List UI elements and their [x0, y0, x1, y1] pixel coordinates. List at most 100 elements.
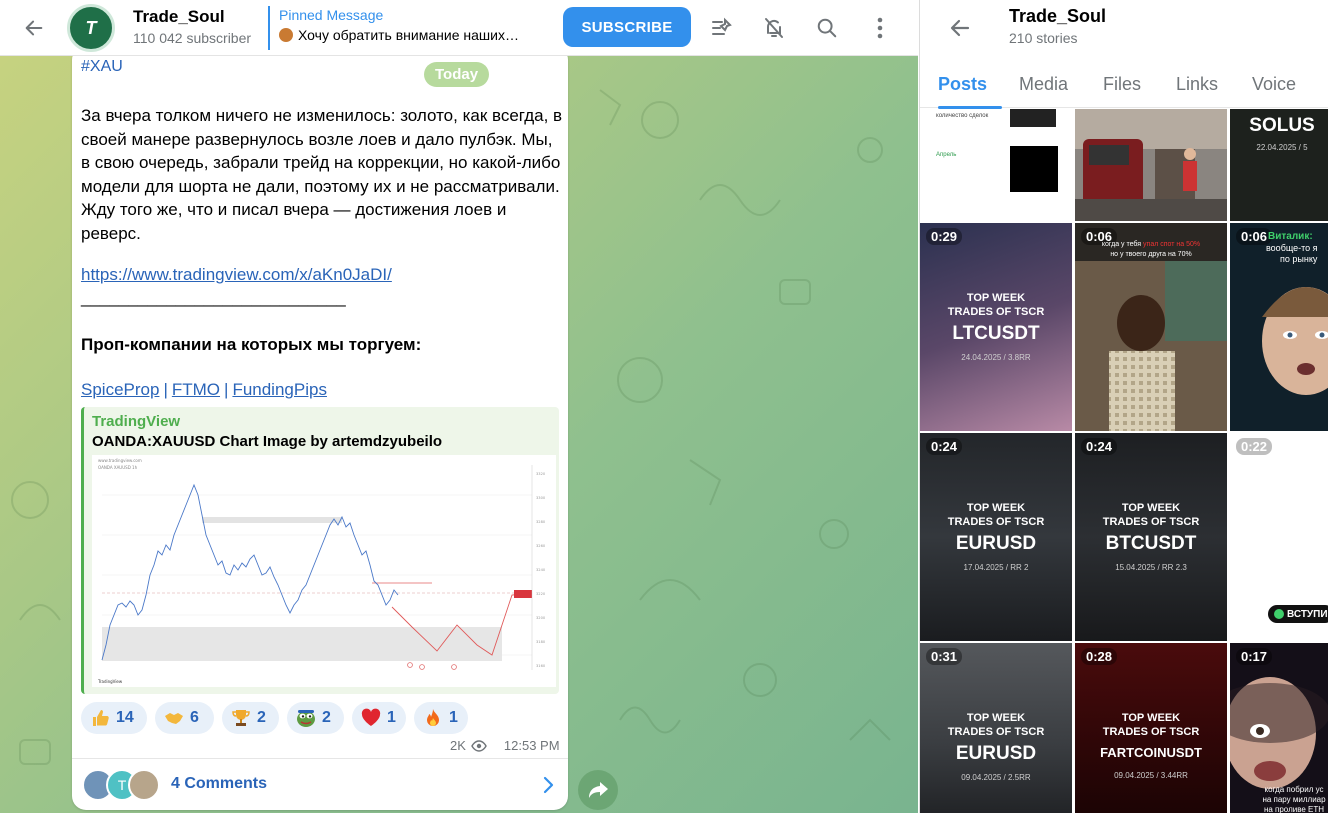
- ftmo-link[interactable]: FTMO: [172, 380, 220, 399]
- message-meta: 2K 12:53 PM: [450, 738, 560, 753]
- reaction-handshake[interactable]: 6: [155, 702, 214, 734]
- pepe-frog-icon: [297, 710, 315, 727]
- doc-block: [1010, 146, 1058, 192]
- fire-icon: [427, 709, 439, 726]
- reaction-heart[interactable]: 1: [352, 702, 406, 734]
- reaction-pepe[interactable]: 2: [287, 702, 344, 734]
- mute-bell-icon[interactable]: [756, 10, 792, 46]
- meme-caption-text: когда побрил ус: [1264, 785, 1324, 794]
- link-divider: |: [163, 380, 168, 399]
- chart-preview-image[interactable]: www.tradingview.com OANDA XAUUSD 1h 3320…: [92, 455, 556, 687]
- pinned-message-text: Хочу обратить внимание наших…: [279, 27, 548, 43]
- comments-count[interactable]: 4 Comments: [171, 775, 267, 793]
- street-photo: [1075, 109, 1227, 221]
- heart-icon: [361, 708, 381, 726]
- link-icon: [1274, 609, 1284, 619]
- story-tile[interactable]: 0:24 TOP WEEK TRADES OF TSCR BTCUSDT 15.…: [1075, 433, 1227, 641]
- story-tile[interactable]: 0:31 TOP WEEK TRADES OF TSCR EURUSD 09.0…: [920, 643, 1072, 813]
- svg-text:3280: 3280: [536, 520, 546, 524]
- meme-caption-name: Виталик:: [1268, 231, 1313, 242]
- subscribe-button[interactable]: SUBSCRIBE: [563, 7, 691, 47]
- story-tile[interactable]: [1075, 109, 1227, 221]
- video-duration: 0:22: [1236, 438, 1273, 455]
- story-date: 09.04.2025 / 3.44RR: [1114, 771, 1188, 780]
- eye-icon: [471, 739, 487, 752]
- svg-text:3220: 3220: [536, 592, 546, 596]
- story-tile[interactable]: 0:17 когда побрил ус на пару миллиар на …: [1230, 643, 1328, 813]
- svg-text:3320: 3320: [536, 472, 546, 476]
- story-ticker: LTCUSDT: [952, 323, 1040, 344]
- meme-caption-text: на проливе ETH: [1263, 805, 1325, 813]
- story-date: 09.04.2025 / 2.5RR: [961, 773, 1031, 782]
- story-ticker: EURUSD: [955, 743, 1037, 764]
- more-options-icon[interactable]: [862, 10, 898, 46]
- prop-companies-heading: Проп-компании на которых мы торгуем:: [81, 335, 422, 354]
- story-tile[interactable]: количество сделок Апрель: [920, 109, 1072, 221]
- story-tile[interactable]: 0:06 Виталик: вообще-то я по рынку: [1230, 223, 1328, 431]
- back-arrow-icon[interactable]: [16, 10, 52, 46]
- chat-area: T Trade_Soul 110 042 subscriber Pinned M…: [0, 0, 918, 813]
- story-date: 17.04.2025 / RR 2: [963, 563, 1029, 572]
- story-tile[interactable]: 0:06 когда у тебя упал спот на 50% но у …: [1075, 223, 1227, 431]
- reaction-fire[interactable]: 1: [414, 702, 468, 734]
- story-ticker: BTCUSDT: [1105, 533, 1197, 554]
- story-date: 24.04.2025 / 3.8RR: [961, 353, 1031, 362]
- doc-caption: Апрель: [936, 152, 957, 158]
- svg-text:TradingView: TradingView: [97, 679, 123, 684]
- story-tile[interactable]: 0:22 ВСТУПИ: [1230, 433, 1328, 641]
- pinned-message-preview: Хочу обратить внимание наших…: [298, 27, 519, 43]
- date-pill: Today: [424, 62, 490, 87]
- meme-caption-text: вообще-то я: [1266, 243, 1318, 253]
- reaction-count: 1: [387, 709, 396, 726]
- handshake-icon: [165, 713, 183, 724]
- snail-emoji-icon: [279, 28, 293, 42]
- preview-title: OANDA:XAUUSD Chart Image by artemdzyubei…: [92, 433, 443, 450]
- share-arrow-icon: [589, 782, 608, 798]
- reaction-thumbs-up[interactable]: 14: [81, 702, 147, 734]
- trophy-icon: [232, 710, 250, 726]
- svg-text:www.tradingview.com: www.tradingview.com: [98, 458, 142, 463]
- svg-text:3200: 3200: [536, 616, 546, 620]
- meme-caption-text: на пару миллиар: [1262, 795, 1326, 804]
- message-text: За вчера толком ничего не изменилось: зо…: [81, 106, 563, 243]
- search-icon[interactable]: [809, 10, 845, 46]
- thumbs-up-icon: [93, 710, 109, 726]
- tab-posts[interactable]: Posts: [938, 74, 987, 95]
- story-tile[interactable]: 0:24 TOP WEEK TRADES OF TSCR EURUSD 17.0…: [920, 433, 1072, 641]
- tab-voice[interactable]: Voice: [1252, 74, 1296, 95]
- spiceprop-link[interactable]: SpiceProp: [81, 380, 159, 399]
- reaction-count: 2: [322, 709, 331, 726]
- tab-files[interactable]: Files: [1103, 74, 1141, 95]
- chevron-right-icon[interactable]: [538, 775, 558, 795]
- comments-bar[interactable]: T 4 Comments: [72, 758, 568, 810]
- story-date: 22.04.2025 / 5: [1256, 143, 1308, 152]
- story-tile[interactable]: 0:28 TOP WEEK TRADES OF TSCR FARTCOINUSD…: [1075, 643, 1227, 813]
- pinned-message[interactable]: Pinned Message Хочу обратить внимание на…: [268, 6, 548, 50]
- svg-text:3260: 3260: [536, 544, 546, 548]
- story-heading: TOP WEEK TRADES OF TSCR: [947, 292, 1045, 318]
- pinned-list-icon[interactable]: [704, 10, 740, 46]
- tab-links[interactable]: Links: [1176, 74, 1218, 95]
- tradingview-link[interactable]: https://www.tradingview.com/x/aKn0JaDI/: [81, 265, 392, 285]
- channel-title[interactable]: Trade_Soul: [133, 7, 225, 27]
- join-badge[interactable]: ВСТУПИ: [1268, 605, 1328, 623]
- tab-media[interactable]: Media: [1019, 74, 1068, 95]
- reaction-trophy[interactable]: 2: [222, 702, 279, 734]
- meme-caption-highlight: упал спот на 50%: [1143, 241, 1201, 248]
- share-button[interactable]: [578, 770, 618, 810]
- meme-caption: когда у тебя упал спот на 50% но у твоег…: [1075, 240, 1227, 260]
- channel-subscriber-count: 110 042 subscriber: [133, 30, 252, 46]
- fundingpips-link[interactable]: FundingPips: [232, 380, 327, 399]
- svg-text:3180: 3180: [536, 640, 546, 644]
- link-preview-card[interactable]: TradingView OANDA:XAUUSD Chart Image by …: [81, 407, 559, 694]
- message-hashtag[interactable]: #XAU: [81, 58, 123, 76]
- back-arrow-icon[interactable]: [942, 10, 978, 46]
- story-tile[interactable]: SOLUS 22.04.2025 / 5: [1230, 109, 1328, 221]
- stories-count: 210 stories: [1009, 30, 1078, 46]
- message-bubble: #XAU Today За вчера толком ничего не изм…: [72, 46, 568, 810]
- video-duration: 0:31: [926, 648, 963, 665]
- svg-text:3240: 3240: [536, 568, 546, 572]
- story-tile[interactable]: 0:29 TOP WEEK TRADES OF TSCR LTCUSDT 24.…: [920, 223, 1072, 431]
- channel-avatar[interactable]: T: [67, 4, 115, 52]
- view-count: 2K: [450, 738, 466, 753]
